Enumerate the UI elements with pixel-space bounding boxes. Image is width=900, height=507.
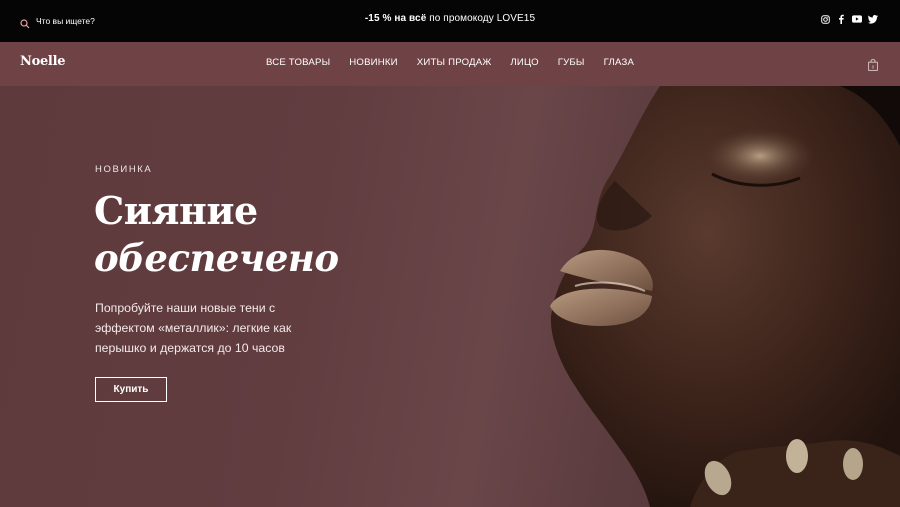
nav-item-new[interactable]: НОВИНКИ: [349, 57, 398, 68]
promo-discount: -15 % на всё: [364, 13, 427, 24]
svg-text:0: 0: [872, 65, 875, 70]
promo-code-text: по промокоду LOVE15: [426, 13, 536, 24]
instagram-icon[interactable]: [820, 14, 830, 24]
hero-eyebrow: НОВИНКА: [95, 164, 153, 175]
shopping-bag-icon[interactable]: 0: [868, 58, 878, 71]
top-bar: -15 % на всё по промокоду LOVE15: [0, 0, 900, 42]
social-links: [820, 14, 878, 24]
hero-banner: НОВИНКА Сияние обеспечено Попробуйте наш…: [0, 86, 900, 507]
youtube-icon[interactable]: [852, 14, 862, 24]
nav-item-eyes[interactable]: ГЛАЗА: [604, 57, 634, 68]
nav-item-bestsellers[interactable]: ХИТЫ ПРОДАЖ: [417, 57, 492, 68]
hero-headline-line2: обеспечено: [94, 236, 339, 280]
main-navigation: Noelle ВСЕ ТОВАРЫ НОВИНКИ ХИТЫ ПРОДАЖ ЛИ…: [0, 42, 900, 86]
buy-button[interactable]: Купить: [95, 377, 167, 402]
nav-item-all-products[interactable]: ВСЕ ТОВАРЫ: [266, 57, 330, 68]
facebook-icon[interactable]: [836, 14, 846, 24]
menu: ВСЕ ТОВАРЫ НОВИНКИ ХИТЫ ПРОДАЖ ЛИЦО ГУБЫ…: [0, 57, 900, 68]
hero-headline-line1: Сияние: [94, 188, 258, 233]
nav-item-face[interactable]: ЛИЦО: [510, 57, 538, 68]
nav-item-lips[interactable]: ГУБЫ: [558, 57, 585, 68]
hero-description: Попробуйте наши новые тени с эффектом «м…: [95, 301, 292, 355]
promo-banner: -15 % на всё по промокоду LOVE15: [0, 13, 900, 24]
twitter-icon[interactable]: [868, 14, 878, 24]
hero-model-photo: [550, 86, 900, 507]
